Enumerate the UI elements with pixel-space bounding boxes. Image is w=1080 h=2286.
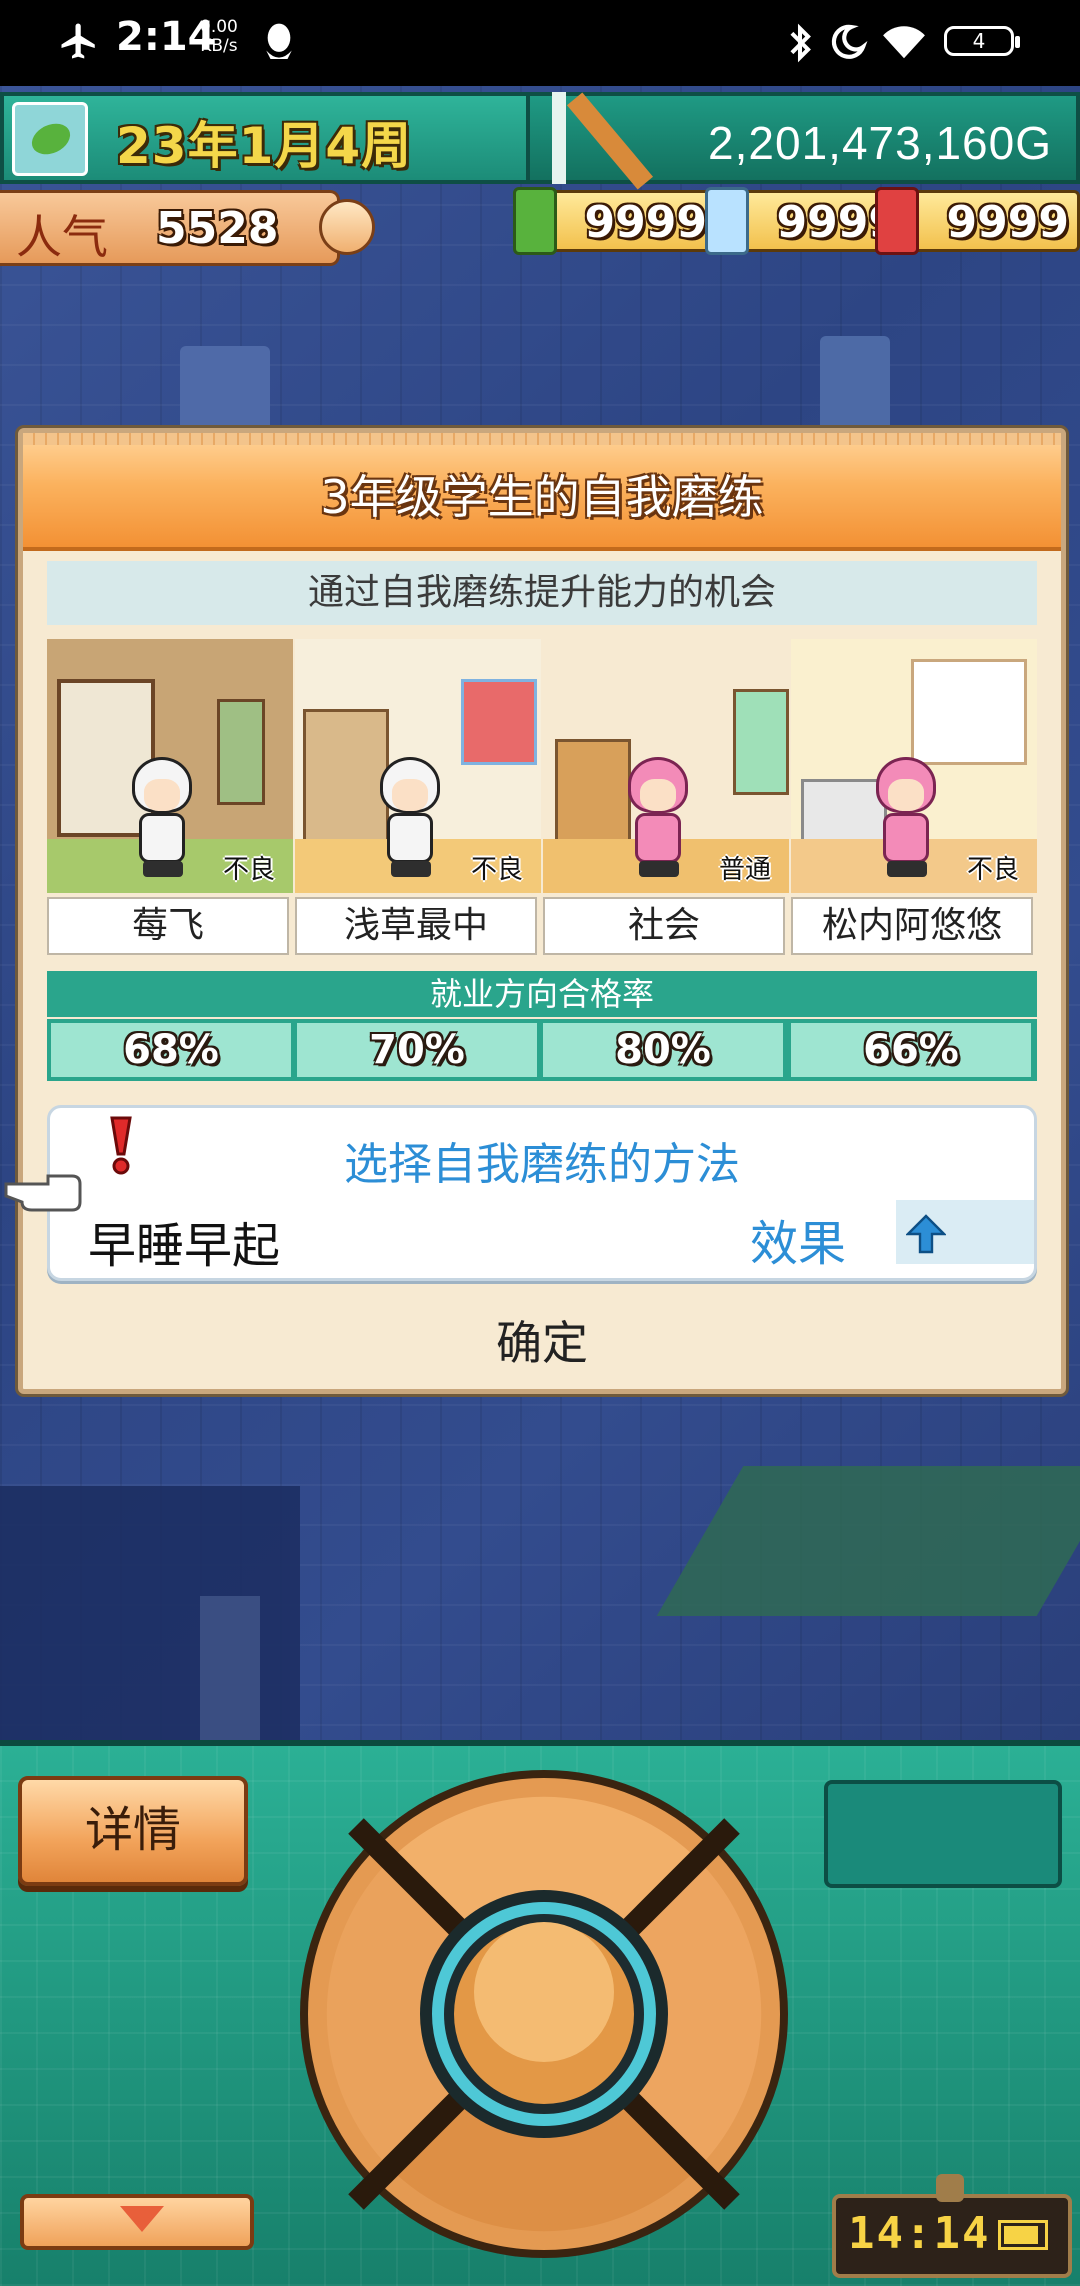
student-status: 不良: [966, 855, 1019, 885]
green-leaf-icon: [513, 187, 557, 255]
student-sprite: [127, 757, 197, 881]
airplane-icon: [61, 23, 95, 59]
battery-icon: 4: [944, 26, 1020, 56]
effect-indicator: [896, 1200, 1034, 1264]
employment-rate-title: 就业方向合格率: [47, 971, 1037, 1017]
effect-label: 效果: [750, 1216, 847, 1272]
popularity-label: 人气: [16, 210, 108, 264]
student-name: 莓飞: [47, 897, 289, 955]
leaf-calendar-icon: [12, 102, 88, 176]
method-title: 选择自我磨练的方法: [344, 1139, 740, 1190]
bluetooth-icon: [790, 23, 811, 63]
up-arrow-icon: [906, 1214, 946, 1254]
rate-value: 66%: [791, 1023, 1031, 1077]
poster: [461, 679, 537, 765]
training-method-selector[interactable]: 选择自我磨练的方法 早睡早起 效果: [47, 1105, 1037, 1281]
red-book-icon: [875, 187, 919, 255]
confirm-button[interactable]: 确定: [23, 1303, 1061, 1383]
rate-value: 80%: [543, 1023, 783, 1077]
employment-rates: 68% 70% 80% 66%: [47, 1019, 1037, 1081]
battery-icon: [998, 2220, 1048, 2250]
background-floor-tile: [656, 1466, 1080, 1616]
student-portrait: 普通: [543, 639, 789, 893]
student-portrait: 不良: [295, 639, 541, 893]
student-status: 不良: [470, 855, 523, 885]
dialog-subtitle: 通过自我磨练提升能力的机会: [47, 561, 1037, 625]
resource-value: 9999: [946, 197, 1069, 248]
money-value: 2,201,473,160G: [708, 117, 1052, 169]
hand-pointer-icon: [4, 1174, 82, 1212]
status-bar: 2:14 0.00 KB/s 4: [0, 0, 1080, 86]
window-curtain: [733, 689, 789, 795]
clock-knob: [936, 2174, 964, 2202]
bookshelf: [555, 739, 631, 855]
student-sprite: [623, 757, 693, 881]
date-panel: 23年1月4周: [0, 92, 530, 184]
self-training-dialog: 3年级学生的自我磨练 通过自我磨练提升能力的机会 不良 莓飞 不良 浅草最中 普…: [18, 428, 1066, 1394]
student-portrait: 不良: [47, 639, 293, 893]
resource-leaf: 9999: [513, 187, 718, 255]
money-panel: 2,201,473,160G: [530, 92, 1080, 184]
clock-time: 14:14: [848, 2208, 991, 2259]
window-curtain: [911, 659, 1027, 765]
details-button[interactable]: 详情: [18, 1776, 248, 1886]
student-sprite: [375, 757, 445, 881]
student-portrait: 不良: [791, 639, 1037, 893]
student-name: 松内阿悠悠: [791, 897, 1033, 955]
student-name: 浅草最中: [295, 897, 537, 955]
resource-value: 9999: [584, 197, 707, 248]
student-name: 社会: [543, 897, 785, 955]
wifi-icon: [883, 26, 925, 59]
popularity-value: 5528: [156, 203, 279, 254]
net-speed-value: 0.00: [200, 17, 238, 37]
rate-value: 68%: [51, 1023, 291, 1077]
game-clock: 14:14: [832, 2174, 1072, 2278]
student-sprite: [871, 757, 941, 881]
dialog-header: 3年级学生的自我磨练: [23, 433, 1061, 551]
student-status: 不良: [222, 855, 275, 885]
net-speed-unit: KB/s: [200, 36, 238, 56]
rate-value: 70%: [297, 1023, 537, 1077]
resource-book: 9999: [875, 187, 1080, 255]
game-date: 23年1月4周: [116, 117, 413, 175]
control-panel: 详情 14:14: [0, 1740, 1080, 2286]
scroll-down-button[interactable]: [20, 2194, 254, 2250]
student-status: 普通: [718, 855, 771, 885]
qq-penguin-icon: [266, 23, 292, 59]
dialog-title: 3年级学生的自我磨练: [320, 470, 764, 524]
popularity-panel: 人气 5528: [0, 190, 375, 266]
moon-icon: [831, 24, 868, 59]
menu-button[interactable]: [824, 1780, 1062, 1888]
method-value[interactable]: 早睡早起: [88, 1206, 280, 1276]
wall-scroll: [217, 699, 265, 805]
net-speed: 0.00 KB/s: [200, 18, 238, 56]
flask-icon: [705, 187, 749, 255]
chevron-down-icon: [120, 2206, 164, 2232]
directional-pad[interactable]: [296, 1766, 792, 2262]
